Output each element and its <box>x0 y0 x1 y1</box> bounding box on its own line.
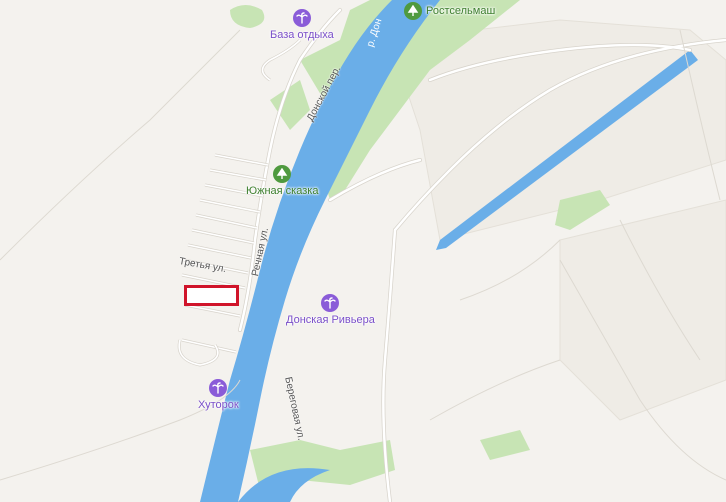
palm-icon <box>209 379 228 397</box>
palm-icon <box>321 294 340 312</box>
selected-location-marker[interactable] <box>184 285 239 306</box>
poi-label: База отдыха <box>270 29 334 41</box>
poi-rostselmash[interactable]: Ростсельмаш <box>404 2 495 20</box>
palm-icon <box>292 9 311 27</box>
poi-label: Донская Ривьера <box>286 314 375 326</box>
poi-label: Ростсельмаш <box>426 5 496 17</box>
poi-label: Южная сказка <box>246 185 319 197</box>
map-canvas[interactable]: р. Дон Донской пер. Речная ул. Третья ул… <box>0 0 726 502</box>
map-base-layer <box>0 0 726 502</box>
poi-khutorok[interactable]: Хуторок <box>198 379 239 411</box>
poi-yuzhnaya-skazka[interactable]: Южная сказка <box>246 165 318 197</box>
tree-icon <box>404 2 422 20</box>
tree-icon <box>273 165 292 183</box>
poi-baza-otdykha[interactable]: База отдыха <box>270 9 334 41</box>
poi-label: Хуторок <box>198 399 239 411</box>
poi-donskaya-riviera[interactable]: Донская Ривьера <box>286 294 375 326</box>
